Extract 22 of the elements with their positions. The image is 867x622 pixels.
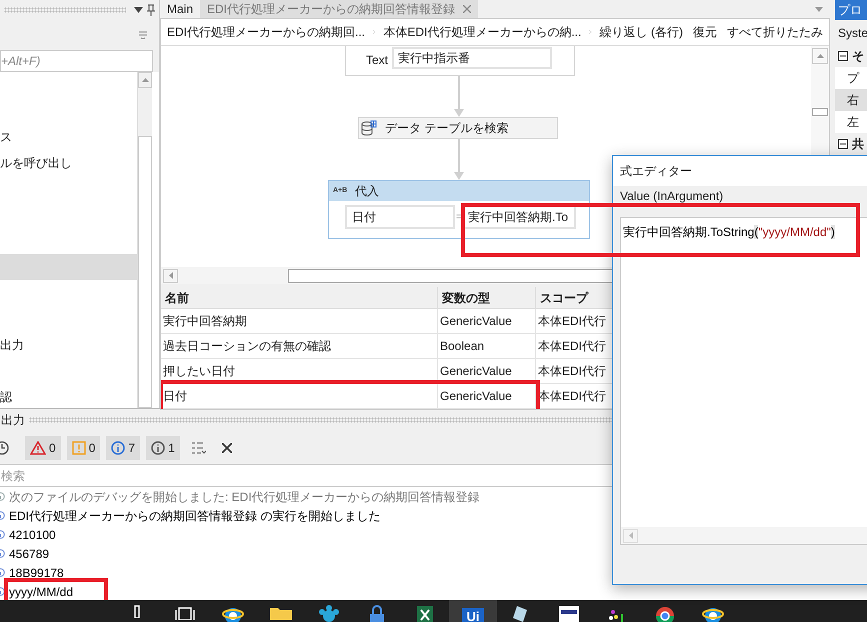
field-label: Value (InArgument) [620,189,724,203]
log-message: EDI代行処理メーカーからの納期回答情報登録 の実行を開始しました [9,508,380,524]
log-message: 18B99178 [9,564,64,582]
table-cell: Boolean [438,334,536,358]
log-message: 4210100 [9,526,56,544]
table-cell: 実行中回答納期 [161,309,438,333]
log-message: 456789 [9,546,50,562]
dialog-title: 式エディター [620,163,692,180]
table-cell: 押したい日付 [161,359,438,383]
group-label: 共 [852,136,864,153]
table-cell: GenericValue [438,384,536,408]
field-label: Text [366,52,388,69]
expression-text: 実行中回答納期.ToString("yyyy/MM/dd") [623,225,835,239]
table-cell: GenericValue [438,359,536,383]
table-cell: 日付 [161,384,438,408]
log-message: 次のファイルのデバッグを開始しました: EDI代行処理メーカーからの納期回答情報登録 [9,488,480,506]
activity-title: 代入 [355,183,380,200]
table-cell: 過去日コーションの有無の確認 [161,334,438,358]
table-cell: GenericValue [438,309,536,333]
panel-title: 出力 [1,412,25,429]
group-label: そ [852,48,864,65]
panel-title: プロ [835,0,867,20]
